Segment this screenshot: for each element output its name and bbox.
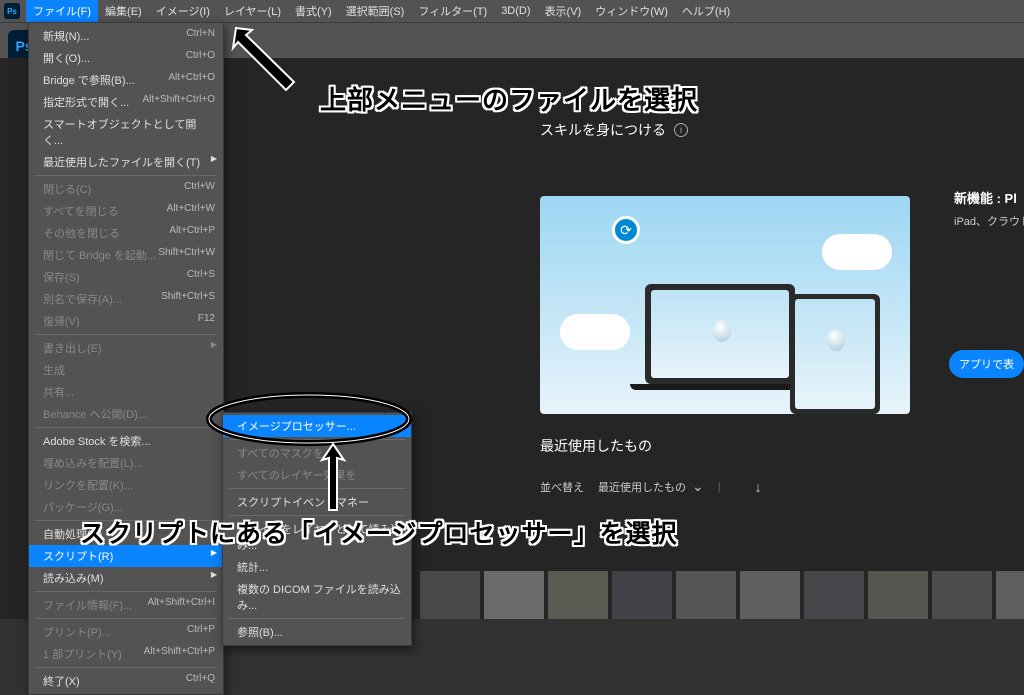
menu-image[interactable]: イメージ(I) bbox=[149, 0, 217, 22]
menu-file[interactable]: ファイル(F) bbox=[26, 0, 98, 22]
file-menu-item: 共有... bbox=[29, 381, 223, 403]
file-menu-item: 書き出し(E) bbox=[29, 337, 223, 359]
cloud-graphic bbox=[822, 234, 892, 270]
annotation-arrow-icon bbox=[308, 438, 358, 516]
sort-direction-icon[interactable]: ↓ bbox=[755, 479, 762, 495]
thumbnail[interactable] bbox=[868, 571, 928, 619]
open-in-app-button[interactable]: アプリで表 bbox=[949, 350, 1024, 378]
skill-header: スキルを身につける i bbox=[540, 120, 688, 140]
file-menu-item: すべてを閉じるAlt+Ctrl+W bbox=[29, 200, 223, 222]
file-menu-item: Behance へ公開(D)... bbox=[29, 403, 223, 425]
laptop-graphic bbox=[630, 284, 810, 414]
thumbnail[interactable] bbox=[740, 571, 800, 619]
divider: | bbox=[718, 481, 721, 493]
tablet-graphic bbox=[790, 294, 880, 414]
thumbnail[interactable] bbox=[484, 571, 544, 619]
new-feature-title: 新機能 : Pl bbox=[954, 188, 1024, 207]
thumbnail[interactable] bbox=[804, 571, 864, 619]
recent-section: 最近使用したもの 並べ替え 最近使用したもの | ↓ bbox=[540, 436, 762, 495]
file-menu-item[interactable]: 終了(X)Ctrl+Q bbox=[29, 670, 223, 692]
file-menu-item: 1 部プリント(Y)Alt+Shift+Ctrl+P bbox=[29, 643, 223, 665]
thumbnail[interactable] bbox=[548, 571, 608, 619]
menu-select[interactable]: 選択範囲(S) bbox=[339, 0, 412, 22]
file-menu-item: リンクを配置(K)... bbox=[29, 474, 223, 496]
menu-help[interactable]: ヘルプ(H) bbox=[675, 0, 737, 22]
thumbnail[interactable] bbox=[612, 571, 672, 619]
file-menu-item[interactable]: Bridge で参照(B)...Alt+Ctrl+O bbox=[29, 69, 223, 91]
thumbnail[interactable] bbox=[420, 571, 480, 619]
sort-row: 並べ替え 最近使用したもの | ↓ bbox=[540, 478, 762, 495]
menu-type[interactable]: 書式(Y) bbox=[288, 0, 339, 22]
scripts-submenu-item[interactable]: 複数の DICOM ファイルを読み込み... bbox=[223, 578, 411, 616]
file-menu-item: 復帰(V)F12 bbox=[29, 310, 223, 332]
file-menu-item: 埋め込みを配置(L)... bbox=[29, 452, 223, 474]
sort-select[interactable]: 最近使用したもの bbox=[598, 478, 704, 495]
thumbnail[interactable] bbox=[932, 571, 992, 619]
file-menu-item[interactable]: 開く(O)...Ctrl+O bbox=[29, 47, 223, 69]
annotation-text-top: 上部メニューのファイルを選択 bbox=[320, 80, 698, 117]
file-menu-item[interactable]: 最近使用したファイルを開く(T) bbox=[29, 151, 223, 173]
file-menu-item[interactable]: Adobe Stock を検索... bbox=[29, 430, 223, 452]
info-icon[interactable]: i bbox=[674, 123, 688, 137]
file-menu-item: その他を閉じるAlt+Ctrl+P bbox=[29, 222, 223, 244]
feature-info: 新機能 : Pl iPad、クラウドド bbox=[954, 188, 1024, 229]
annotation-arrow-icon bbox=[224, 20, 314, 100]
menu-edit[interactable]: 編集(E) bbox=[98, 0, 149, 22]
new-feature-desc: iPad、クラウドド bbox=[954, 213, 1024, 229]
file-menu-item[interactable]: 指定形式で開く...Alt+Shift+Ctrl+O bbox=[29, 91, 223, 113]
menu-view[interactable]: 表示(V) bbox=[538, 0, 589, 22]
menu-bar: Ps ファイル(F) 編集(E) イメージ(I) レイヤー(L) 書式(Y) 選… bbox=[0, 0, 1024, 22]
annotation-text-bottom: スクリプトにある「イメージプロセッサー」を選択 bbox=[80, 514, 678, 550]
thumbnail[interactable] bbox=[996, 571, 1024, 619]
recent-thumbnails bbox=[420, 571, 1024, 619]
menu-window[interactable]: ウィンドウ(W) bbox=[588, 0, 675, 22]
scripts-submenu-item[interactable]: 統計... bbox=[223, 556, 411, 578]
file-menu-item: ファイル情報(F)...Alt+Shift+Ctrl+I bbox=[29, 594, 223, 616]
file-menu-dropdown: 新規(N)...Ctrl+N開く(O)...Ctrl+OBridge で参照(B… bbox=[28, 22, 224, 695]
file-menu-item: 生成 bbox=[29, 359, 223, 381]
menu-layer[interactable]: レイヤー(L) bbox=[217, 0, 288, 22]
scripts-submenu-item[interactable]: 参照(B)... bbox=[223, 621, 411, 643]
recent-title: 最近使用したもの bbox=[540, 436, 762, 456]
photoshop-icon: Ps bbox=[4, 3, 20, 19]
thumbnail[interactable] bbox=[676, 571, 736, 619]
file-menu-item: 閉じる(C)Ctrl+W bbox=[29, 178, 223, 200]
file-menu-item: 別名で保存(A)...Shift+Ctrl+S bbox=[29, 288, 223, 310]
file-menu-item: 保存(S)Ctrl+S bbox=[29, 266, 223, 288]
file-menu-item[interactable]: スマートオブジェクトとして開く... bbox=[29, 113, 223, 151]
menu-3d[interactable]: 3D(D) bbox=[494, 0, 537, 22]
file-menu-item[interactable]: 新規(N)...Ctrl+N bbox=[29, 25, 223, 47]
sync-icon: ⟳ bbox=[612, 216, 640, 244]
cloud-graphic bbox=[560, 314, 630, 350]
feature-preview-card[interactable]: ⟳ bbox=[540, 196, 910, 414]
file-menu-item: 閉じて Bridge を起動...Shift+Ctrl+W bbox=[29, 244, 223, 266]
menu-filter[interactable]: フィルター(T) bbox=[411, 0, 494, 22]
file-menu-item: プリント(P)...Ctrl+P bbox=[29, 621, 223, 643]
skill-header-label: スキルを身につける bbox=[540, 120, 666, 140]
sort-label: 並べ替え bbox=[540, 479, 584, 495]
file-menu-item[interactable]: 読み込み(M) bbox=[29, 567, 223, 589]
